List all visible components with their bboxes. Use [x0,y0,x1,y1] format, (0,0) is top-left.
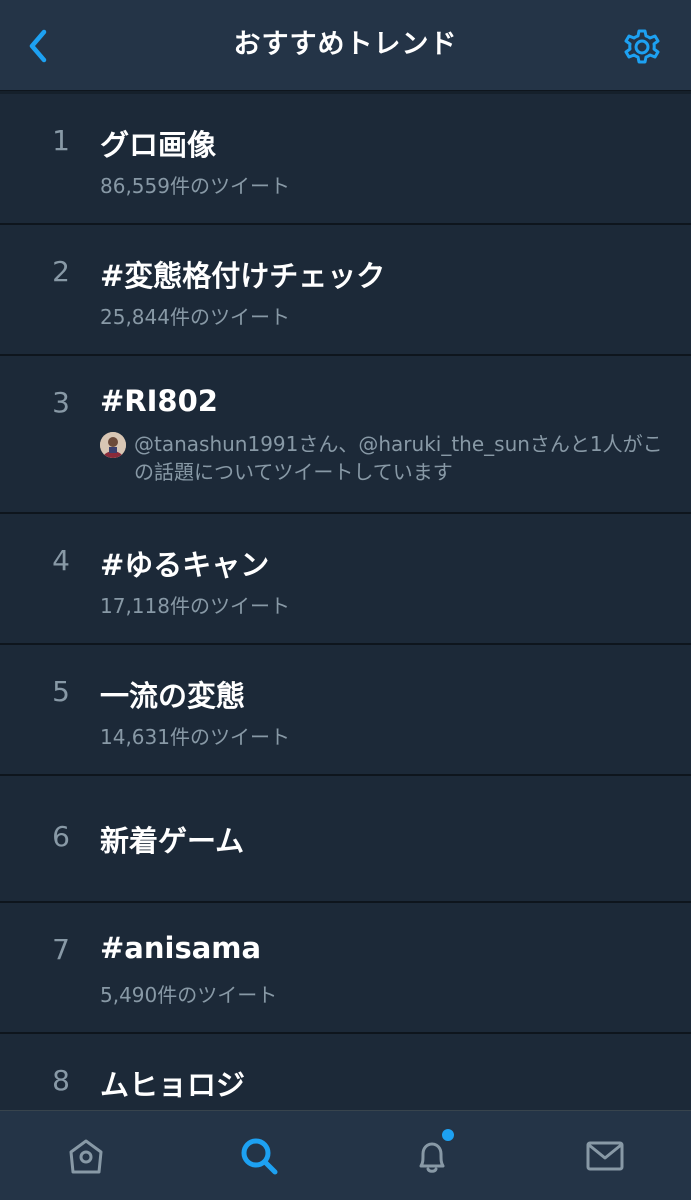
app-root: おすすめトレンド 1 グロ画像 86,559件のツイート 2 #変態格付けチェッ… [0,0,691,1200]
trend-tweet-count: 25,844件のツイート [100,305,290,329]
trend-name: 一流の変態 [100,679,246,713]
trend-tweet-count: 14,631件のツイート [100,725,290,749]
avatar [100,432,126,458]
trend-rank: 7 [52,933,70,966]
tab-home[interactable] [0,1111,172,1200]
trend-item[interactable]: 5 一流の変態 14,631件のツイート [0,645,691,776]
tab-search[interactable] [173,1111,345,1200]
trend-rank: 8 [52,1064,70,1097]
trend-tweet-count: 17,118件のツイート [100,594,290,618]
mail-icon [586,1141,624,1171]
trend-rank: 4 [52,544,70,577]
trend-item[interactable]: 3 #RI802 @tanashun1991さん、@haruki_the_sun… [0,356,691,514]
trend-item[interactable]: 2 #変態格付けチェック 25,844件のツイート [0,225,691,356]
trend-tweet-count: 5,490件のツイート [100,983,278,1007]
trend-context: @tanashun1991さん、@haruki_the_sunさんと1人がこの話… [134,432,663,484]
tab-messages[interactable] [519,1111,691,1200]
trends-list: 1 グロ画像 86,559件のツイート 2 #変態格付けチェック 25,844件… [0,94,691,1165]
home-icon [69,1139,103,1174]
notification-badge [440,1127,456,1143]
trend-name: #変態格付けチェック [100,259,386,293]
trend-item[interactable]: 4 #ゆるキャン 17,118件のツイート [0,514,691,645]
trend-rank: 1 [52,124,70,157]
trend-item[interactable]: 7 #anisama 5,490件のツイート [0,903,691,1034]
navigation-header: おすすめトレンド [0,0,691,91]
trend-name: 新着ゲーム [100,824,245,858]
page-title: おすすめトレンド [233,29,458,60]
trend-item[interactable]: 6 新着ゲーム [0,776,691,903]
trend-rank: 6 [52,820,70,853]
search-icon [241,1138,278,1175]
tab-notifications[interactable] [346,1111,518,1200]
trend-tweet-count: 86,559件のツイート [100,174,290,198]
trend-name: #ゆるキャン [100,548,270,582]
trend-name: #anisama [100,931,262,965]
trend-rank: 2 [52,255,70,288]
trend-name: グロ画像 [100,128,217,162]
gear-icon [624,29,660,64]
trend-name: #RI802 [100,384,218,418]
trend-rank: 5 [52,675,70,708]
user-avatar-icon [100,432,126,458]
trend-rank: 3 [52,386,70,419]
bottom-tab-bar [0,1110,691,1200]
trend-name: ムヒョロジ [100,1068,246,1102]
settings-button[interactable] [621,26,663,68]
trend-item[interactable]: 1 グロ画像 86,559件のツイート [0,94,691,225]
